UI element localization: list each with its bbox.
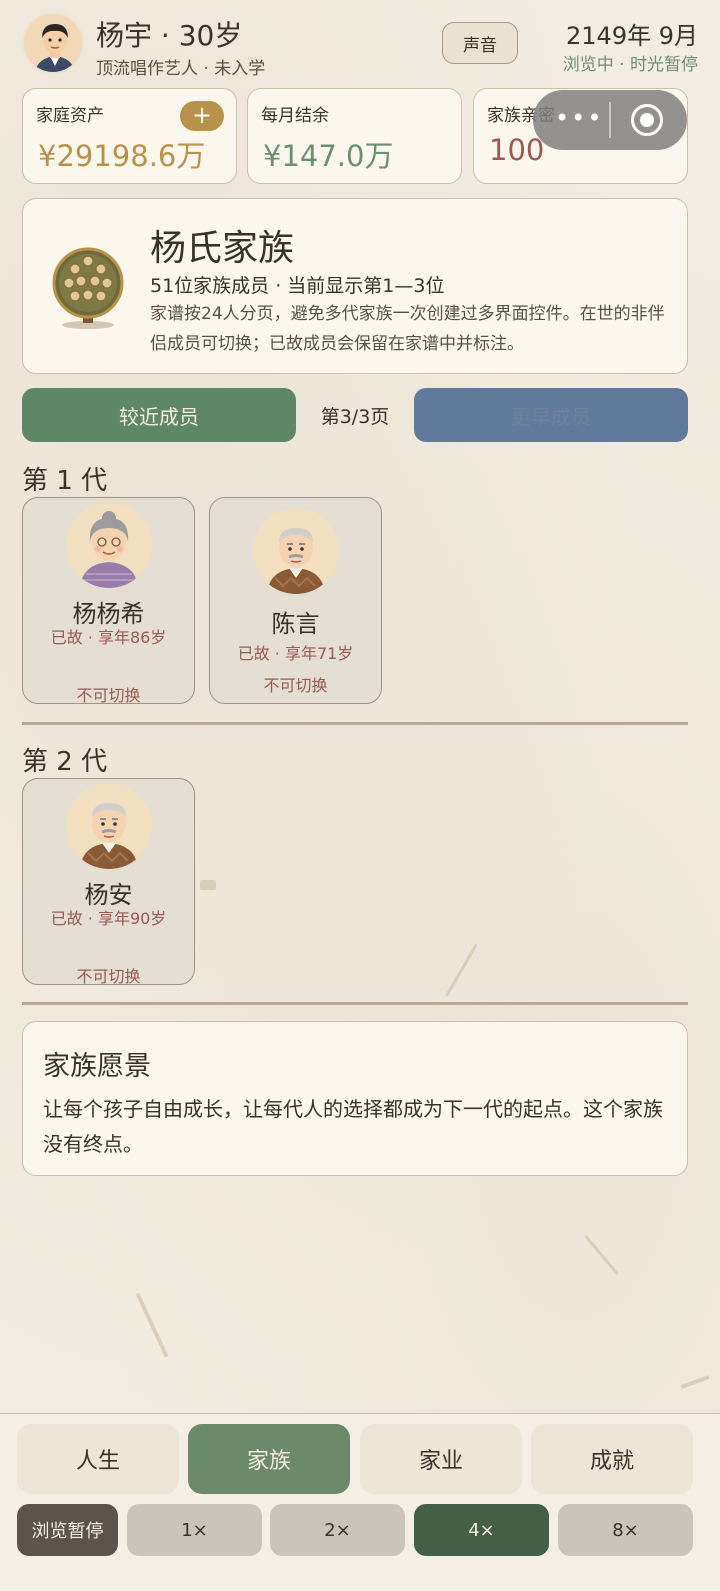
generation-divider [22, 1002, 688, 1005]
speed-8x-button[interactable]: 8× [558, 1504, 693, 1556]
family-info-card: 杨氏家族 51位家族成员 · 当前显示第1—3位 家谱按24人分页，避免多代家族… [22, 198, 688, 374]
add-assets-button[interactable]: + [180, 101, 224, 131]
generation-title: 第 2 代 [22, 747, 108, 777]
user-subtitle: 顶流唱作艺人 · 未入学 [96, 59, 266, 79]
stat-value: ¥29198.6万 [38, 139, 206, 173]
page-indicator: 第3/3页 [320, 405, 390, 428]
generation-title: 第 1 代 [22, 466, 108, 496]
more-menu-icon[interactable]: ••• [555, 104, 603, 132]
family-tree-crest-icon [49, 241, 127, 331]
game-date: 2149年 9月 [566, 22, 698, 50]
paper-fiber [445, 943, 478, 997]
family-member-count: 51位家族成员 · 当前显示第1—3位 [150, 275, 445, 297]
stat-label: 每月结余 [261, 106, 329, 126]
vision-title: 家族愿景 [43, 1051, 151, 1082]
grandma-icon [66, 502, 152, 588]
stat-card-assets: 家庭资产 ¥29198.6万 + [22, 88, 237, 184]
member-switchable: 不可切换 [76, 967, 141, 986]
member-status: 已故 · 享年71岁 [237, 644, 354, 663]
paper-fiber [135, 1292, 169, 1358]
user-name: 杨宇 · 30岁 [96, 19, 243, 52]
tab-family[interactable]: 家族 [188, 1424, 350, 1494]
paper-fiber [200, 880, 216, 890]
speed-1x-button[interactable]: 1× [127, 1504, 262, 1556]
member-status: 已故 · 享年86岁 [50, 628, 167, 647]
prev-page-button[interactable]: 较近成员 [22, 388, 296, 442]
stat-label: 家庭资产 [36, 106, 104, 126]
close-target-icon[interactable] [631, 104, 663, 136]
stat-card-monthly-balance: 每月结余 ¥147.0万 [247, 88, 462, 184]
paper-fiber [680, 1374, 710, 1390]
paper-fiber [584, 1234, 619, 1276]
time-status: 浏览中 · 时光暂停 [562, 55, 698, 75]
tab-career[interactable]: 家业 [360, 1424, 522, 1494]
next-page-button[interactable]: 更早成员 [414, 388, 688, 442]
bottom-nav: 人生 家族 家业 成就 浏览暂停 1× 2× 4× 8× [0, 1413, 720, 1591]
capsule-divider [609, 102, 611, 138]
member-name: 陈言 [271, 610, 320, 638]
tab-life[interactable]: 人生 [17, 1424, 179, 1494]
stat-value: ¥147.0万 [263, 139, 394, 173]
grandpa-icon [66, 783, 152, 869]
vision-text: 让每个孩子自由成长，让每代人的选择都成为下一代的起点。这个家族没有终点。 [43, 1097, 663, 1156]
miniprogram-capsule: ••• [533, 90, 687, 150]
speed-4x-button[interactable]: 4× [414, 1504, 549, 1556]
pause-browse-button[interactable]: 浏览暂停 [17, 1504, 118, 1556]
tab-achievements[interactable]: 成就 [531, 1424, 693, 1494]
speed-2x-button[interactable]: 2× [270, 1504, 405, 1556]
member-card[interactable]: 杨杨希 已故 · 享年86岁 不可切换 [22, 497, 195, 705]
member-switchable: 不可切换 [263, 676, 328, 695]
sound-button[interactable]: 声音 [442, 22, 518, 64]
avatar[interactable] [22, 12, 84, 74]
family-description: 家谱按24人分页，避免多代家族一次创建过多界面控件。在世的非伴侣成员可切换；已故… [150, 304, 665, 354]
member-card[interactable]: 陈言 已故 · 享年71岁 不可切换 [209, 497, 382, 704]
stat-value: 100 [489, 133, 545, 167]
generation-divider [22, 722, 688, 725]
family-vision-card: 家族愿景 让每个孩子自由成长，让每代人的选择都成为下一代的起点。这个家族没有终点… [22, 1021, 688, 1176]
member-switchable: 不可切换 [76, 686, 141, 705]
grandpa-icon [253, 508, 339, 594]
header: 杨宇 · 30岁 顶流唱作艺人 · 未入学 声音 2149年 9月 浏览中 · … [22, 12, 698, 79]
family-name: 杨氏家族 [150, 228, 295, 269]
member-card[interactable]: 杨安 已故 · 享年90岁 不可切换 [22, 778, 195, 986]
member-status: 已故 · 享年90岁 [50, 909, 167, 928]
